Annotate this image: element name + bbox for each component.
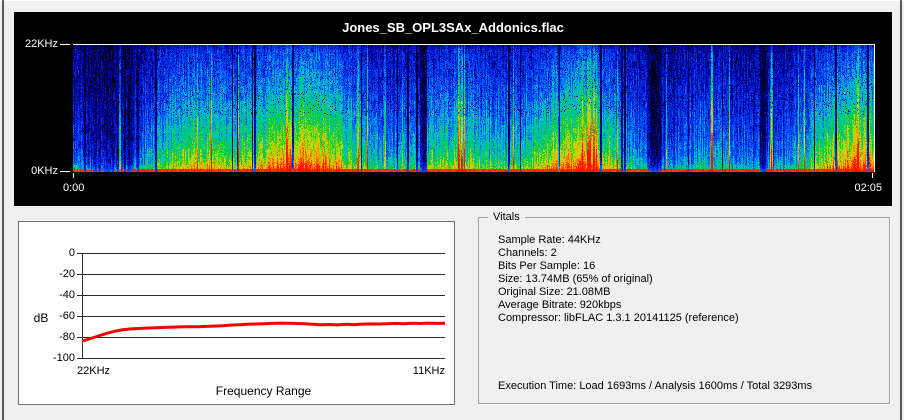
spectrogram-time-end-label: 02:05 [822, 182, 882, 194]
spectrogram-canvas [73, 45, 874, 172]
spectrogram-time-start-tick [73, 173, 74, 178]
spectrogram-ybottom-tick [60, 171, 70, 172]
spectrogram-ytop-tick [60, 44, 70, 45]
ylabel-0: 0 [35, 247, 75, 259]
spectrogram-title: Jones_SB_OPL3SAx_Addonics.flac [14, 20, 892, 35]
vitals-average-bitrate: Average Bitrate: 920kbps [498, 299, 739, 312]
gridline-100db [82, 358, 445, 359]
vitals-sample-rate: Sample Rate: 44KHz [498, 234, 739, 247]
spectrogram-plot-frame [73, 44, 875, 172]
vitals-original-size: Original Size: 21.08MB [498, 286, 739, 299]
window-left-border [2, 0, 4, 420]
vitals-execution-time: Execution Time: Load 1693ms / Analysis 1… [498, 380, 812, 392]
vitals-bits-per-sample: Bits Per Sample: 16 [498, 260, 739, 273]
vitals-groupbox-title: Vitals [488, 211, 525, 223]
vitals-channels: Channels: 2 [498, 247, 739, 260]
frequency-chart-x-left-label: 22KHz [77, 365, 110, 377]
ylabel-40: -40 [35, 289, 75, 301]
frequency-chart-x-right-label: 11KHz [385, 365, 445, 377]
vitals-compressor: Compressor: libFLAC 1.3.1 20141125 (refe… [498, 312, 739, 325]
spectrogram-panel: Jones_SB_OPL3SAx_Addonics.flac 22KHz 0KH… [14, 12, 892, 206]
frequency-chart-y-title: dB [29, 311, 53, 325]
ylabel-20: -20 [35, 268, 75, 280]
spectrogram-time-end-tick [872, 173, 873, 178]
ylabel-100: -100 [35, 352, 75, 364]
spectrogram-y-max-label: 22KHz [14, 38, 58, 50]
window-right-border [900, 0, 902, 420]
spectrogram-y-min-label: 0KHz [14, 165, 58, 177]
window-top-highlight [0, 0, 904, 1]
vitals-size: Size: 13.74MB (65% of original) [498, 273, 739, 286]
frequency-chart-x-title: Frequency Range [82, 384, 445, 398]
ylabel-80: -80 [35, 331, 75, 343]
vitals-groupbox: Vitals Sample Rate: 44KHz Channels: 2 Bi… [478, 217, 890, 404]
vitals-list: Sample Rate: 44KHz Channels: 2 Bits Per … [498, 234, 739, 325]
spectrogram-time-start-label: 0:00 [63, 182, 84, 194]
frequency-response-line [82, 253, 445, 358]
frequency-range-panel: 0 -20 -40 -60 -80 -100 dB 22KHz 11KHz Fr… [18, 221, 455, 405]
